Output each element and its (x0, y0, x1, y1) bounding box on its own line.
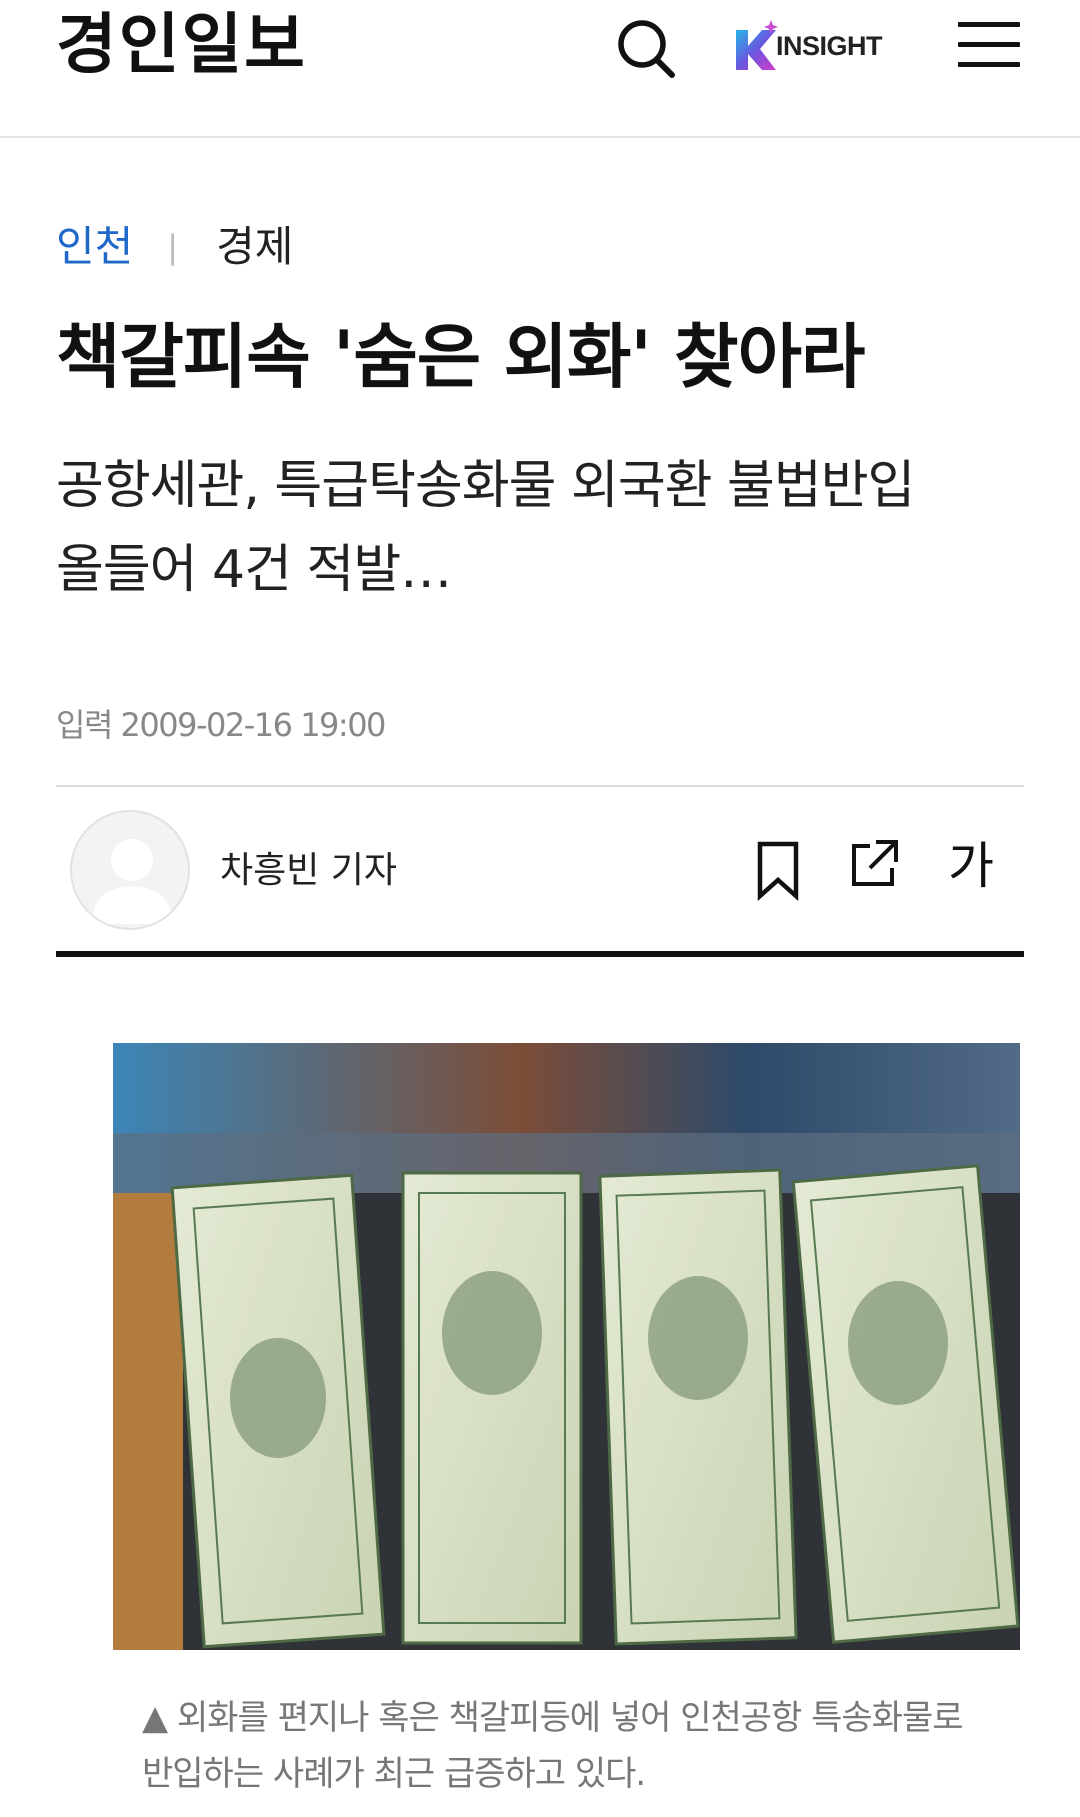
font-size-button[interactable]: 가 (948, 834, 994, 898)
subsection-link[interactable]: 경제 (216, 218, 293, 276)
bookmark-icon (757, 841, 799, 902)
divider (56, 785, 1024, 787)
reporter-name[interactable]: 차흥빈 기자 (220, 846, 397, 896)
breadcrumb-separator: | (167, 228, 179, 266)
avatar[interactable] (70, 810, 190, 930)
k-insight-label: INSIGHT (776, 30, 883, 61)
byline: 차흥빈 기자 가 (56, 800, 1024, 950)
section-link[interactable]: 인천 (56, 218, 133, 276)
caption-line: 반입하는 사례가 최근 급증하고 있다. (142, 1754, 646, 1794)
caption-line: ▲ 외화를 편지나 혹은 책갈피등에 넣어 인천공항 특송화물로 (142, 1698, 964, 1738)
avatar-placeholder-icon (92, 839, 172, 924)
site-header: 경인일보 INSIGHT (0, 0, 1080, 138)
k-insight-logo (736, 20, 778, 70)
article-subtitle: 공항세관, 특급탁송화물 외국환 불법반입 올들어 4건 적발… (56, 444, 1036, 612)
article-photo[interactable] (113, 1043, 1020, 1650)
hamburger-menu-icon (958, 62, 1020, 67)
publish-date: 입력 2009-02-16 19:00 (56, 706, 386, 744)
site-logo[interactable]: 경인일보 (56, 4, 307, 84)
search-button[interactable] (612, 12, 684, 84)
article-headline: 책갈피속 '숨은 외화' 찾아라 (56, 316, 865, 398)
menu-button[interactable] (956, 18, 1022, 72)
search-icon (618, 20, 675, 78)
breadcrumb: 인천 | 경제 (56, 218, 293, 276)
subtitle-line: 올들어 4건 적발… (56, 540, 452, 600)
divider-thick (56, 951, 1024, 957)
share-icon (852, 840, 898, 886)
k-insight-link[interactable]: INSIGHT (730, 16, 883, 76)
hamburger-menu-icon (958, 22, 1020, 27)
subtitle-line: 공항세관, 특급탁송화물 외국환 불법반입 (56, 456, 915, 516)
share-button[interactable] (846, 836, 902, 892)
photo-currency-in-book (113, 1043, 1020, 1650)
bookmark-button[interactable] (750, 838, 806, 902)
hamburger-menu-icon (958, 42, 1020, 47)
photo-caption: ▲ 외화를 편지나 혹은 책갈피등에 넣어 인천공항 특송화물로 반입하는 사례… (142, 1690, 1022, 1802)
